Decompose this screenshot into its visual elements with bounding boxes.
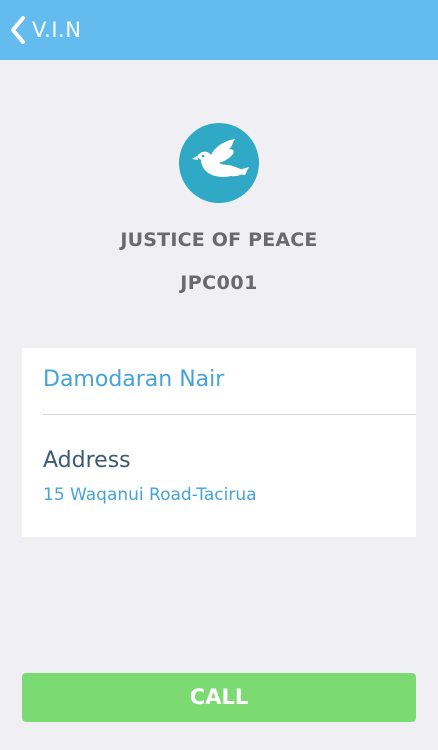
address-label: Address bbox=[43, 448, 131, 473]
address-value[interactable]: 15 Waqanui Road-Tacirua bbox=[43, 485, 257, 505]
back-button[interactable]: V.I.N bbox=[10, 14, 81, 46]
divider bbox=[43, 414, 416, 415]
page-title: JUSTICE OF PEACE bbox=[120, 229, 318, 251]
code-label: JPC001 bbox=[180, 272, 258, 294]
back-label: V.I.N bbox=[32, 18, 82, 42]
dove-icon bbox=[179, 123, 259, 203]
contact-name[interactable]: Damodaran Nair bbox=[43, 367, 224, 392]
details-card: Damodaran Nair Address 15 Waqanui Road-T… bbox=[22, 348, 416, 537]
chevron-left-icon bbox=[11, 16, 25, 44]
call-button[interactable]: CALL bbox=[22, 673, 416, 722]
nav-bar: V.I.N bbox=[0, 0, 438, 60]
